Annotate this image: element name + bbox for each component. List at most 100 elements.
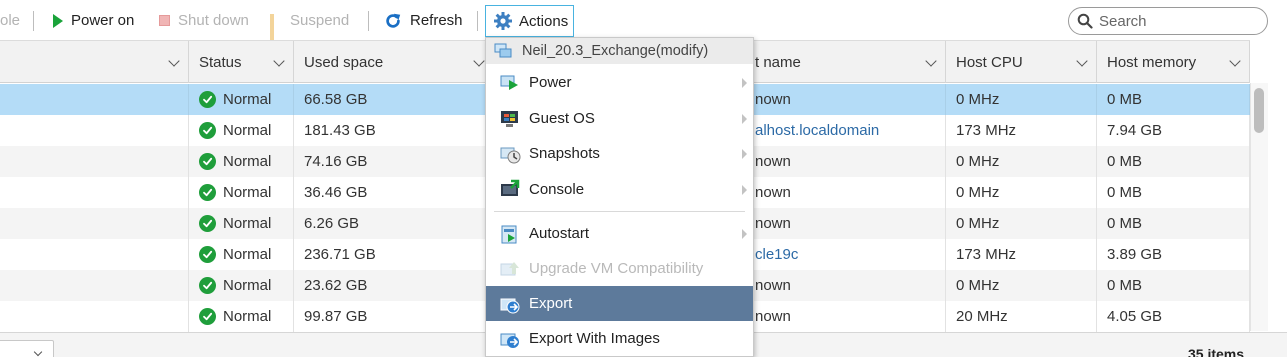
check-circle-icon bbox=[199, 122, 216, 139]
chevron-down-icon[interactable] bbox=[273, 55, 285, 67]
used-space-cell: 74.16 GB bbox=[294, 146, 494, 177]
used-space-cell: 23.62 GB bbox=[294, 270, 494, 301]
chevron-down-icon[interactable] bbox=[1076, 55, 1088, 67]
scrollbar-thumb[interactable] bbox=[1254, 88, 1264, 133]
menu-item-autostart[interactable]: Autostart bbox=[486, 216, 753, 251]
check-circle-icon bbox=[199, 215, 216, 232]
export-with-images-icon bbox=[500, 333, 519, 348]
status-cell-text: Normal bbox=[223, 215, 272, 232]
column-header-used-space[interactable]: Used space bbox=[294, 41, 494, 83]
name-cell bbox=[0, 301, 189, 332]
host-memory-cell-text: 7.94 GB bbox=[1107, 122, 1163, 139]
menu-item-console[interactable]: Console bbox=[486, 172, 753, 207]
console-icon bbox=[501, 179, 520, 196]
host-cpu-header-label: Host CPU bbox=[956, 53, 1023, 71]
used-space-cell-text: 36.46 GB bbox=[304, 184, 368, 201]
actions-menu: Neil_20.3_Exchange(modify) Power Guest O… bbox=[485, 37, 754, 357]
host-memory-cell: 4.05 GB bbox=[1097, 301, 1250, 332]
status-cell: Normal bbox=[189, 177, 294, 208]
menu-title: Neil_20.3_Exchange(modify) bbox=[522, 43, 709, 59]
name-cell bbox=[0, 208, 189, 239]
upgrade-label: Upgrade VM Compatibility bbox=[529, 260, 704, 277]
refresh-button[interactable]: Refresh bbox=[384, 0, 463, 41]
status-cell: Normal bbox=[189, 115, 294, 146]
column-header-host-memory[interactable]: Host memory bbox=[1097, 41, 1250, 83]
status-cell: Normal bbox=[189, 84, 294, 115]
submenu-arrow-icon bbox=[742, 114, 747, 124]
host-memory-cell: 3.89 GB bbox=[1097, 239, 1250, 270]
used-space-header-label: Used space bbox=[304, 53, 384, 71]
submenu-arrow-icon bbox=[742, 78, 747, 88]
used-space-cell: 236.71 GB bbox=[294, 239, 494, 270]
host-cpu-cell: 173 MHz bbox=[946, 115, 1097, 146]
shut-down-button[interactable]: Shut down bbox=[159, 0, 249, 41]
power-on-button[interactable]: Power on bbox=[53, 0, 134, 41]
host-name-cell-text: nown bbox=[755, 184, 791, 201]
chevron-down-icon[interactable] bbox=[925, 55, 937, 67]
name-cell bbox=[0, 270, 189, 301]
suspend-button[interactable]: Suspend bbox=[270, 0, 349, 41]
status-header-label: Status bbox=[199, 53, 242, 71]
refresh-label: Refresh bbox=[410, 12, 463, 29]
submenu-arrow-icon bbox=[742, 185, 747, 195]
host-name-header-label: t name bbox=[755, 53, 801, 71]
chevron-down-icon[interactable] bbox=[168, 55, 180, 67]
host-memory-cell: 0 MB bbox=[1097, 146, 1250, 177]
actions-button[interactable]: Actions bbox=[485, 5, 574, 37]
host-memory-cell-text: 0 MB bbox=[1107, 184, 1143, 201]
menu-item-upgrade-vm-compatibility[interactable]: Upgrade VM Compatibility bbox=[486, 251, 753, 286]
status-cell-text: Normal bbox=[223, 184, 272, 201]
status-cell-text: Normal bbox=[223, 153, 272, 170]
guest-os-icon bbox=[501, 110, 518, 127]
chevron-down-icon bbox=[33, 347, 43, 357]
name-cell bbox=[0, 115, 189, 146]
truncated-toolbar-button[interactable]: ole bbox=[0, 0, 20, 41]
snapshots-icon bbox=[500, 147, 521, 163]
stop-icon bbox=[159, 15, 170, 26]
status-cell: Normal bbox=[189, 239, 294, 270]
used-space-cell: 6.26 GB bbox=[294, 208, 494, 239]
toolbar: ole Power on Shut down Suspend Refresh A… bbox=[0, 0, 1287, 41]
menu-item-power[interactable]: Power bbox=[486, 65, 753, 100]
search-icon bbox=[1077, 13, 1093, 29]
status-cell-text: Normal bbox=[223, 277, 272, 294]
host-memory-cell-text: 3.89 GB bbox=[1107, 246, 1163, 263]
host-cpu-cell-text: 20 MHz bbox=[956, 308, 1008, 325]
status-cell-text: Normal bbox=[223, 122, 272, 139]
column-header-host-cpu[interactable]: Host CPU bbox=[946, 41, 1097, 83]
status-cell-text: Normal bbox=[223, 91, 272, 108]
actions-label: Actions bbox=[519, 12, 569, 30]
status-cell: Normal bbox=[189, 301, 294, 332]
chevron-down-icon[interactable] bbox=[1229, 55, 1241, 67]
status-cell: Normal bbox=[189, 270, 294, 301]
menu-item-snapshots[interactable]: Snapshots bbox=[486, 136, 753, 171]
check-circle-icon bbox=[199, 153, 216, 170]
guest-os-label: Guest OS bbox=[529, 110, 595, 127]
host-memory-cell-text: 4.05 GB bbox=[1107, 308, 1163, 325]
menu-item-guest-os[interactable]: Guest OS bbox=[486, 101, 753, 136]
search-box[interactable] bbox=[1068, 7, 1268, 35]
page-size-select[interactable] bbox=[0, 340, 54, 357]
vertical-scrollbar[interactable] bbox=[1250, 83, 1268, 331]
column-header-name[interactable] bbox=[0, 41, 189, 83]
used-space-cell-text: 99.87 GB bbox=[304, 308, 368, 325]
host-cpu-cell: 173 MHz bbox=[946, 239, 1097, 270]
search-input[interactable] bbox=[1099, 12, 1259, 30]
menu-item-export[interactable]: Export bbox=[486, 286, 753, 321]
power-icon bbox=[500, 75, 518, 90]
autostart-icon bbox=[501, 225, 517, 243]
check-circle-icon bbox=[199, 246, 216, 263]
host-cpu-cell: 0 MHz bbox=[946, 270, 1097, 301]
toolbar-divider bbox=[477, 11, 478, 31]
column-header-status[interactable]: Status bbox=[189, 41, 294, 83]
refresh-icon bbox=[386, 13, 401, 28]
export-with-images-label: Export With Images bbox=[529, 330, 660, 347]
host-memory-cell-text: 0 MB bbox=[1107, 153, 1143, 170]
host-cpu-cell-text: 173 MHz bbox=[956, 246, 1017, 263]
host-name-cell-text: nown bbox=[755, 215, 791, 232]
chevron-down-icon[interactable] bbox=[473, 55, 485, 67]
host-memory-cell-text: 0 MB bbox=[1107, 215, 1143, 232]
menu-item-export-with-images[interactable]: Export With Images bbox=[486, 321, 753, 356]
console-label: Console bbox=[529, 181, 585, 198]
check-circle-icon bbox=[199, 91, 216, 108]
